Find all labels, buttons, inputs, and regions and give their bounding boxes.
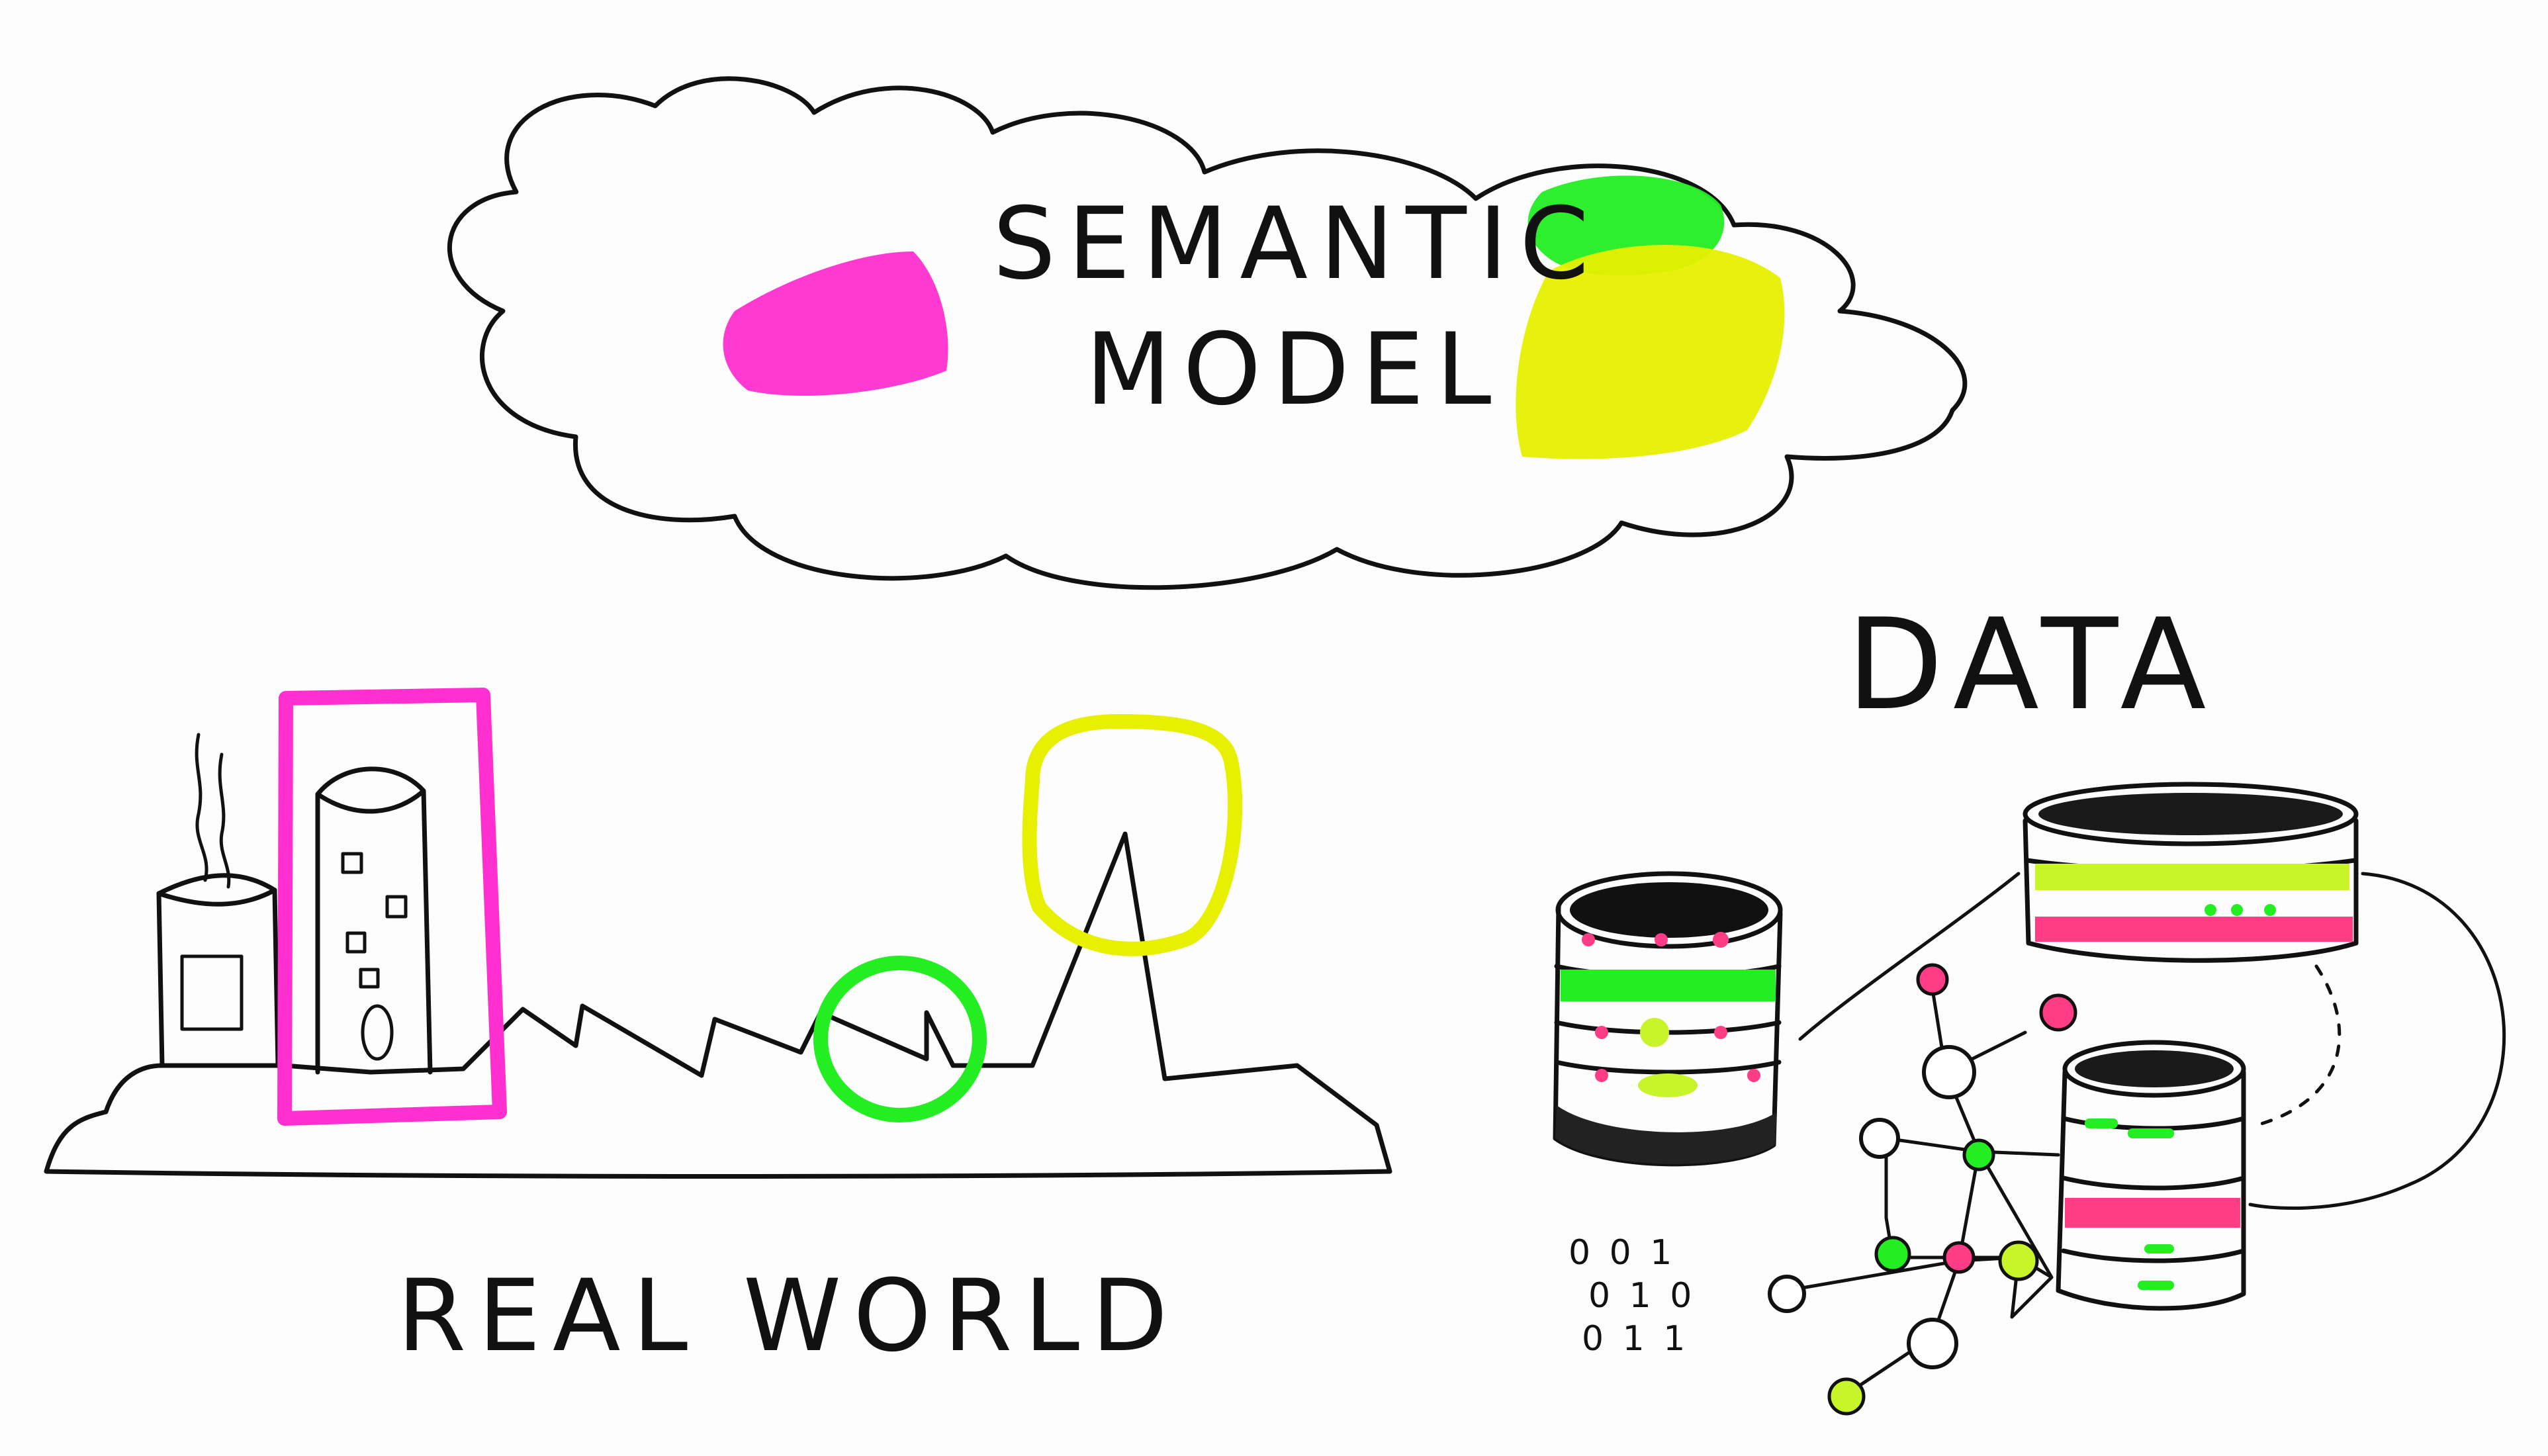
svg-text:0 1 0: 0 1 0 [1588, 1276, 1696, 1316]
semantic-model-cloud: SEMANTIC MODEL [447, 76, 1968, 590]
factory-building [156, 733, 281, 1068]
database-cylinder-top [2023, 782, 2359, 963]
database-cylinder-left [1553, 871, 1783, 1167]
knowledge-graph [1768, 963, 2077, 1416]
yellow-frame [1022, 713, 1243, 956]
binary-digits: 0 0 1 0 1 0 0 1 1 [1569, 1233, 1696, 1359]
model-label: MODEL [1085, 312, 1503, 428]
sketch: SEMANTIC MODEL DATA REAL WORLD 0 0 1 0 1… [44, 76, 2506, 1416]
real-world-label: REAL WORLD [397, 1259, 1180, 1374]
database-cylinder-bottom [2056, 1040, 2246, 1311]
svg-text:0 0 1: 0 0 1 [1569, 1233, 1676, 1273]
magenta-highlight [723, 251, 948, 396]
factory-window [180, 954, 244, 1031]
svg-text:0 1 1: 0 1 1 [1582, 1319, 1689, 1359]
diagram-canvas: SEMANTIC MODEL DATA REAL WORLD 0 0 1 0 1… [0, 0, 2548, 1456]
green-circle [813, 956, 987, 1122]
semantic-label: SEMANTIC [993, 187, 1601, 302]
data-label: DATA [1846, 592, 2218, 738]
tower-building [315, 766, 433, 1075]
real-world-sketch: REAL WORLD [44, 688, 1392, 1374]
data-sketch: 0 0 1 0 1 0 0 1 1 [1553, 782, 2506, 1416]
